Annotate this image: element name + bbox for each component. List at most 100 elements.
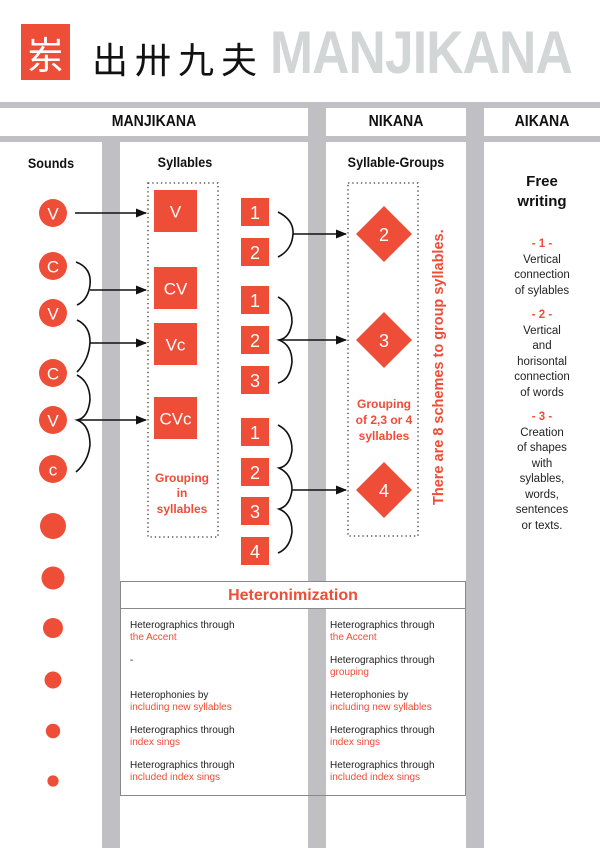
sound-letter: V <box>47 205 59 224</box>
aikana-item-line: horisontal <box>517 355 567 368</box>
number-box: 3 <box>241 497 269 525</box>
aikana-item-line: of words <box>520 386 564 399</box>
number-box: 4 <box>241 537 269 565</box>
syllable-label: Vc <box>166 336 186 355</box>
entry-value: including new syllables <box>330 702 432 713</box>
aikana-item-line: connection <box>514 269 570 281</box>
diamond-label: 4 <box>379 481 389 501</box>
aikana-item-number: - 1 - <box>531 238 553 250</box>
groups-caption-3: syllables <box>359 429 410 443</box>
sound-circle: C <box>39 252 67 280</box>
entry-value: included index sings <box>130 772 221 783</box>
aikana-title: Free writing <box>484 172 600 212</box>
heteronimization-entry: Heterographics through grouping <box>330 655 465 690</box>
syllable-box: V <box>154 190 197 232</box>
brace-cvc <box>74 374 91 473</box>
heteronimization-entry: Heterographics through the Accent <box>330 620 465 655</box>
brace-group-2 <box>277 211 294 258</box>
diamond-label: 2 <box>379 225 389 245</box>
sound-dot <box>45 723 61 739</box>
entry-value: index sings <box>130 737 181 748</box>
aikana-item-line: Vertical <box>523 324 561 337</box>
group-diamond: 3 <box>356 312 412 368</box>
entry-label: - <box>130 655 134 666</box>
sound-letter: V <box>47 412 59 431</box>
aikana-list: - 1 - Vertical connection of sylables - 2 - V… <box>484 237 600 543</box>
heteronimization-entry: Heterophonies by including new syllables <box>130 690 300 725</box>
number-label: 1 <box>250 291 260 311</box>
syllable-label: CV <box>164 280 188 299</box>
aikana-item-line: connection <box>514 371 570 383</box>
syllables-caption-2: in <box>177 486 188 500</box>
heteronimization-entry: Heterographics through index sings <box>130 725 300 760</box>
aikana-item-number: - 3 - <box>531 411 553 423</box>
heteronimization-entry: Heterographics through included index sin… <box>330 760 465 795</box>
entry-label: Heterographics through <box>330 620 435 631</box>
number-box: 2 <box>241 238 269 266</box>
sound-circle: c <box>39 455 67 483</box>
aikana-title-line-2: writing <box>517 193 567 210</box>
sound-letter: C <box>47 258 59 277</box>
syllable-label: V <box>170 203 182 222</box>
sound-letter: V <box>47 305 59 324</box>
entry-label: Heterographics through <box>330 760 435 771</box>
syllables-caption-1: Grouping <box>155 471 209 485</box>
entry-label: Heterophonies by <box>330 690 409 701</box>
heteronimization-entry: - <box>130 655 300 690</box>
number-label: 2 <box>250 331 260 351</box>
entry-label: Heterographics through <box>130 725 235 736</box>
aikana-item-number: - 2 - <box>531 309 553 321</box>
entry-label: Heterographics through <box>130 760 235 771</box>
sound-dot <box>44 671 62 689</box>
aikana-item-line: sentences <box>515 504 569 516</box>
number-box: 3 <box>241 366 269 394</box>
entry-value: the Accent <box>330 632 377 643</box>
sound-dot <box>41 566 65 590</box>
aikana-item-line: and <box>532 340 552 352</box>
brace-vc <box>76 319 91 373</box>
brace-group-4 <box>276 424 293 554</box>
aikana-item: - 1 - Vertical connection of sylables <box>484 237 600 299</box>
heteronimization-right-column: Heterographics through the Accent Heterogr… <box>330 620 465 795</box>
aikana-item: - 2 - Vertical and horisontal connection of w… <box>484 308 600 401</box>
sound-circle: V <box>39 199 67 227</box>
aikana-item-line: Creation <box>520 426 564 439</box>
syllable-box: CVc <box>154 397 197 439</box>
sound-dot <box>43 618 63 638</box>
number-box: 1 <box>241 286 269 314</box>
sound-circle: V <box>39 299 67 327</box>
aikana-item-line: or texts. <box>521 519 563 532</box>
aikana-item-line: of shapes <box>517 442 567 454</box>
heteronimization-entry: Heterographics through index sings <box>330 725 465 760</box>
number-label: 1 <box>250 203 260 223</box>
number-label: 4 <box>250 542 260 562</box>
aikana-item-line: Vertical <box>523 253 561 266</box>
heteronimization-left-column: Heterographics through the Accent - Heterop… <box>130 620 300 795</box>
sound-circle: C <box>39 359 67 387</box>
entry-value: included index sings <box>330 772 421 783</box>
sound-dot <box>40 513 66 539</box>
number-box: 1 <box>241 198 269 226</box>
number-box: 1 <box>241 418 269 446</box>
heteronimization-entry: Heterographics through the Accent <box>130 620 300 655</box>
syllables-caption-3: syllables <box>157 502 208 516</box>
aikana-item-line: of sylables <box>514 284 570 297</box>
entry-value: the Accent <box>130 632 177 643</box>
heteronimization-entry: Heterophonies by including new syllables <box>330 690 465 725</box>
entry-value: including new syllables <box>130 702 232 713</box>
diamond-label: 3 <box>379 331 389 351</box>
sound-circle: V <box>39 406 67 434</box>
number-label: 3 <box>250 371 260 391</box>
number-label: 3 <box>250 502 260 522</box>
syllable-box: Vc <box>154 323 197 365</box>
group-diamond: 2 <box>356 206 412 262</box>
schemes-vertical-note: There are 8 schemes to group syllables. <box>431 229 447 505</box>
aikana-item-line: words, <box>525 488 559 501</box>
heteronimization-title: Heteronimization <box>121 582 465 609</box>
entry-label: Heterophonies by <box>130 690 209 701</box>
brace-cv <box>75 261 92 306</box>
sound-dot <box>47 775 59 787</box>
aikana-item: - 3 - Creation of shapes with sylables, words… <box>484 410 600 534</box>
sound-letter: c <box>49 461 58 480</box>
number-label: 1 <box>250 423 260 443</box>
